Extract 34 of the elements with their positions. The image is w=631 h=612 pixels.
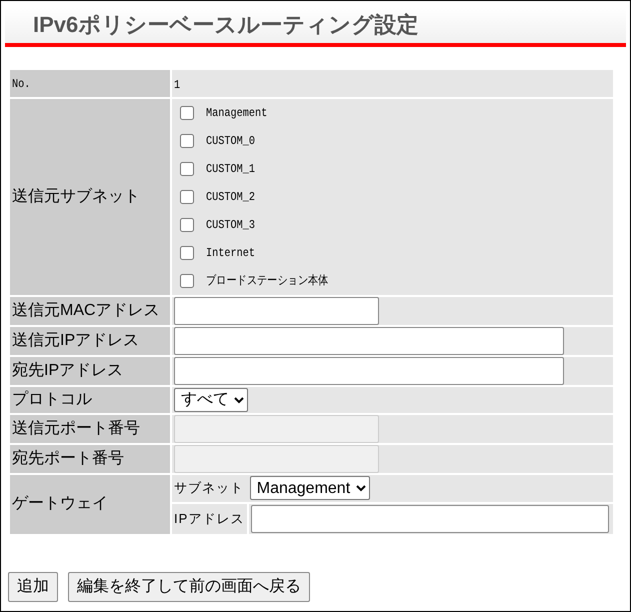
field-label: 送信元IPアドレス [12, 332, 140, 349]
checkbox-label: Internet [206, 245, 255, 262]
protocol-dropdown[interactable]: すべて [174, 388, 248, 412]
subnet-label: サブネット [174, 480, 244, 496]
checkbox[interactable] [180, 106, 194, 120]
input-field[interactable] [250, 504, 609, 532]
checkbox-label: Management [206, 105, 268, 122]
checkbox-label: CUSTOM_1 [206, 161, 255, 178]
input-field[interactable] [174, 327, 564, 355]
checkbox-label: CUSTOM_2 [206, 189, 255, 206]
action-button[interactable]: 追加 [8, 572, 58, 602]
checkbox-label: ブロードステーション本体 [206, 273, 328, 290]
field-label: 宛先ポート番号 [12, 450, 124, 467]
input-field[interactable] [174, 297, 379, 325]
field-label: 送信元ポート番号 [12, 420, 140, 437]
checkbox-label: CUSTOM_0 [206, 133, 255, 150]
checkbox[interactable] [180, 246, 194, 260]
field-label: 送信元サブネット [12, 188, 140, 205]
ip-label: IPアドレス [174, 510, 244, 526]
field-label: 送信元MACアドレス [12, 302, 160, 319]
field-label: ゲートウェイ [12, 495, 108, 512]
checkbox[interactable] [180, 274, 194, 288]
field-value: 1 [174, 76, 180, 94]
checkbox-label: CUSTOM_3 [206, 217, 255, 234]
subnet-dropdown[interactable]: Management [250, 476, 370, 500]
field-label: プロトコル [12, 391, 92, 408]
action-button[interactable]: 編集を終了して前の画面へ戻る [68, 572, 310, 602]
input-field[interactable] [174, 357, 564, 385]
checkbox[interactable] [180, 190, 194, 204]
field-label: 宛先IPアドレス [12, 362, 124, 379]
checkbox[interactable] [180, 162, 194, 176]
checkbox[interactable] [180, 134, 194, 148]
field-label: No. [12, 76, 30, 93]
checkbox[interactable] [180, 218, 194, 232]
